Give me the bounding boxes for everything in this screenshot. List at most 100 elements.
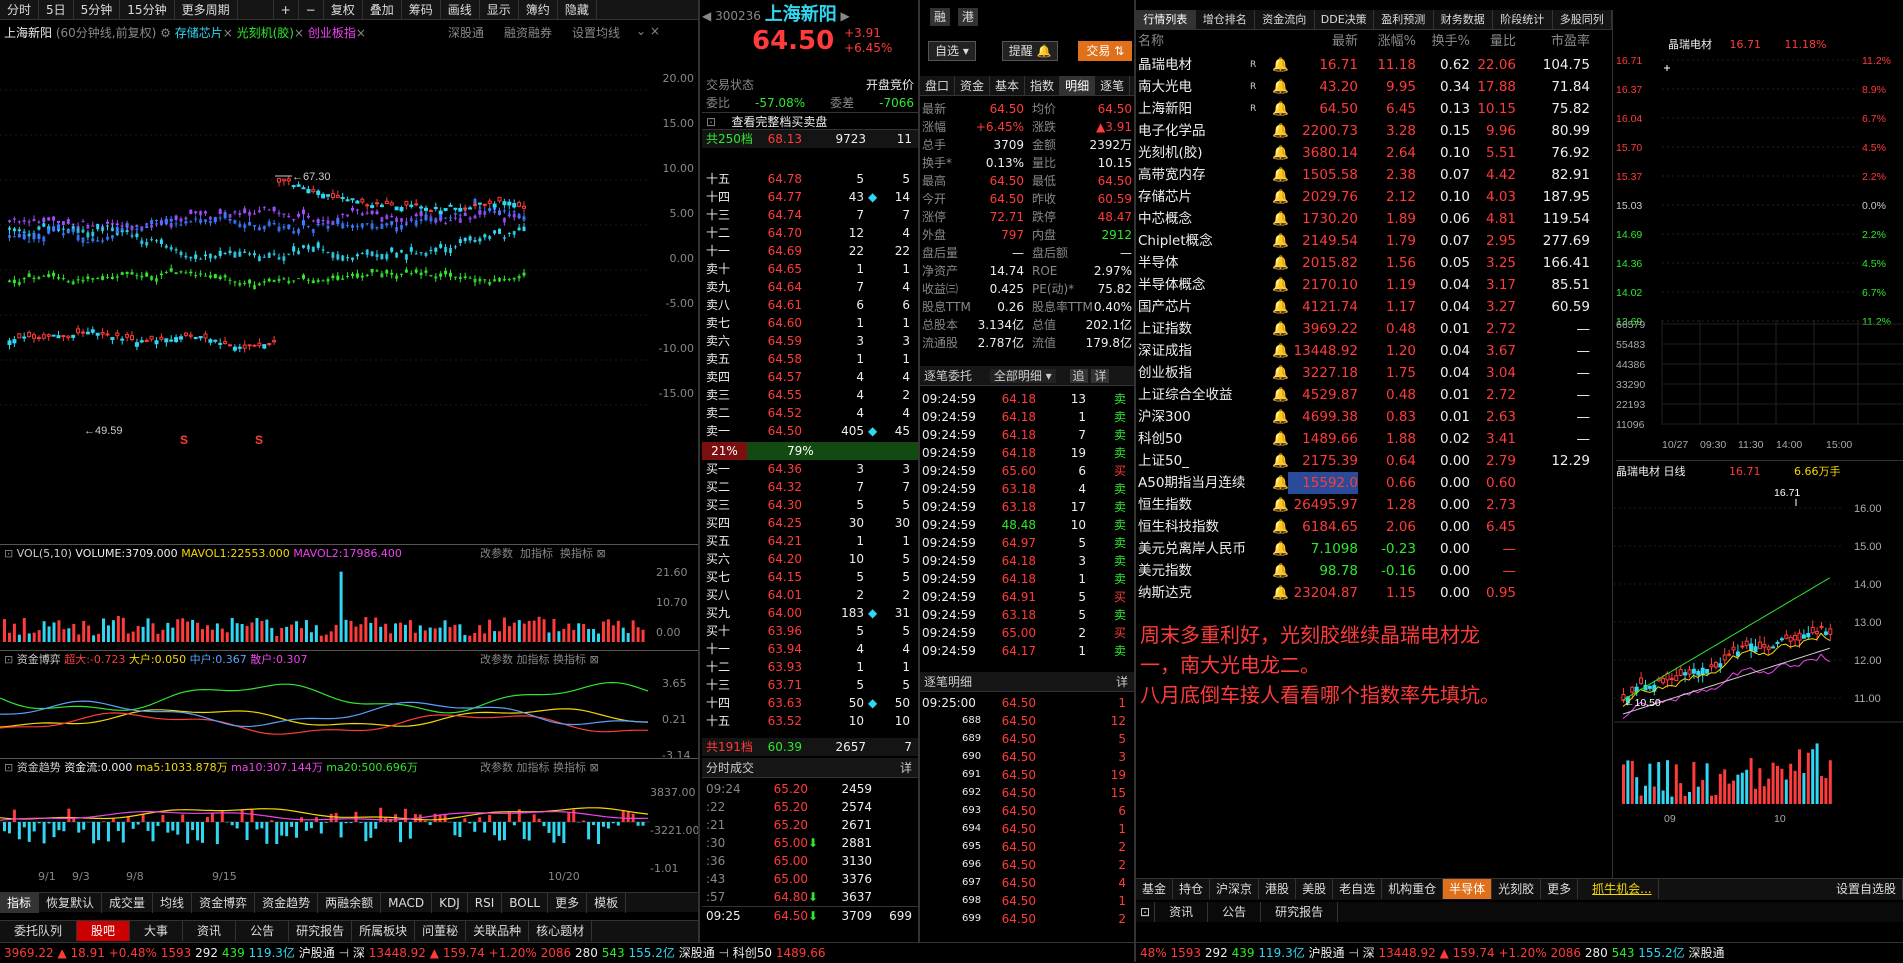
quote-list-row[interactable]: 半导体 🔔 2015.82 1.56 0.05 3.25 166.41 (1138, 252, 1612, 274)
bids-row[interactable]: 买三 64.30 5 5 (702, 496, 918, 514)
watchlist-tab[interactable]: 机构重仓 (1382, 879, 1443, 899)
quote-list-row[interactable]: 中芯概念 🔔 1730.20 1.89 0.06 4.81 119.54 (1138, 208, 1612, 230)
quote-list-row[interactable]: 上证综合全收益 🔔 4529.87 0.48 0.01 2.72 — (1138, 384, 1612, 406)
tab-tick[interactable]: 逐笔 (1095, 76, 1130, 96)
bids-row[interactable]: 买二 64.32 7 7 (702, 478, 918, 496)
bids-row[interactable]: 买六 64.20 10 5 (702, 550, 918, 568)
asks-row[interactable]: 十五 64.78 5 5 (702, 170, 918, 188)
bids-row[interactable]: 十二 63.93 1 1 (702, 658, 918, 676)
period-more[interactable]: 更多周期 (175, 0, 238, 20)
bell-icon[interactable]: 🔔 (1272, 362, 1288, 384)
watchlist-tab[interactable]: 美股 (1296, 879, 1333, 899)
asks-row[interactable]: 卖八 64.61 6 6 (702, 296, 918, 314)
bell-icon[interactable]: 🔔 (1272, 296, 1288, 318)
quote-list-row[interactable]: 电子化学品 🔔 2200.73 3.28 0.15 9.96 80.99 (1138, 120, 1612, 142)
link-margin[interactable]: 融资融券 (504, 24, 552, 41)
quote-list-row[interactable]: 半导体概念 🔔 2170.10 1.19 0.04 3.17 85.51 (1138, 274, 1612, 296)
bids-row[interactable]: 买七 64.15 5 5 (702, 568, 918, 586)
tab-margin[interactable]: 两融余额 (318, 893, 381, 913)
bell-icon[interactable]: 🔔 (1272, 472, 1288, 494)
asks-row[interactable]: 卖三 64.55 4 2 (702, 386, 918, 404)
asks-row[interactable]: 卖九 64.64 7 4 (702, 278, 918, 296)
quote-list-row[interactable]: 上证指数 🔔 3969.22 0.48 0.01 2.72 — (1138, 318, 1612, 340)
overlay-button[interactable]: 叠加 (363, 0, 402, 20)
adjust-button[interactable]: 复权 (324, 0, 363, 20)
asks-row[interactable]: 十三 64.74 7 7 (702, 206, 918, 224)
bell-icon[interactable]: 🔔 (1272, 142, 1288, 164)
prev-stock-icon[interactable]: ◀ (702, 9, 711, 23)
watchlist-tab[interactable]: 基金 (1136, 879, 1173, 899)
tab-guba[interactable]: 股吧 (77, 921, 130, 941)
watchlist-tab[interactable]: 沪深京 (1210, 879, 1259, 899)
bids-row[interactable]: 十一 63.94 4 4 (702, 640, 918, 658)
tab-volume[interactable]: 成交量 (102, 893, 153, 913)
chip-button[interactable]: 筹码 (402, 0, 441, 20)
asks-row[interactable]: 卖十 64.65 1 1 (702, 260, 918, 278)
watchlist-button[interactable]: 自选 (935, 44, 959, 58)
asks-row[interactable]: 卖七 64.60 1 1 (702, 314, 918, 332)
quote-list-row[interactable]: 创业板指 🔔 3227.18 1.75 0.04 3.04 — (1138, 362, 1612, 384)
quote-list-row[interactable]: 科创50 🔔 1489.66 1.88 0.02 3.41 — (1138, 428, 1612, 450)
daily-kline-chart[interactable]: 16.0015.0014.0013.0012.0011.0016.71←10.5… (1614, 474, 1903, 874)
link-hk-connect[interactable]: 深股通 (448, 24, 484, 41)
tab-related[interactable]: 关联品种 (466, 921, 529, 941)
display-button[interactable]: 显示 (480, 0, 519, 20)
draw-button[interactable]: 画线 (441, 0, 480, 20)
order-filter-select[interactable]: 全部明细 (994, 369, 1042, 383)
bell-icon[interactable]: 🔔 (1272, 340, 1288, 362)
trade-button[interactable]: 交易 (1086, 44, 1110, 58)
bell-icon[interactable]: 🔔 (1272, 230, 1288, 252)
sub-tab-notice[interactable]: 公告 (1208, 902, 1261, 922)
tab-boll[interactable]: BOLL (502, 893, 548, 913)
asks-row[interactable]: 十四 64.77 43 ◆ 14 (702, 188, 918, 206)
hide-button[interactable]: 隐藏 (558, 0, 597, 20)
tab-events[interactable]: 大事 (130, 921, 183, 941)
tab-indicator[interactable]: 指标 (0, 893, 39, 913)
bids-row[interactable]: 买八 64.01 2 2 (702, 586, 918, 604)
asks-row[interactable]: 卖二 64.52 4 4 (702, 404, 918, 422)
bell-icon[interactable]: 🔔 (1272, 538, 1288, 560)
tab-funds[interactable]: 资金 (955, 76, 990, 96)
tab-handicap[interactable]: 盘口 (920, 76, 955, 96)
sub-tab-news[interactable]: 资讯 (1155, 902, 1208, 922)
tab-notice[interactable]: 公告 (236, 921, 289, 941)
tab-news[interactable]: 资讯 (183, 921, 236, 941)
quote-list-row[interactable]: 沪深300 🔔 4699.38 0.83 0.01 2.63 — (1138, 406, 1612, 428)
bell-icon[interactable]: 🔔 (1272, 582, 1288, 604)
watchlist-tab[interactable]: 光刻胶 (1492, 879, 1541, 899)
asks-row[interactable]: 十二 64.70 12 4 (702, 224, 918, 242)
quote-list-row[interactable]: 深证成指 🔔 13448.92 1.20 0.04 3.67 — (1138, 340, 1612, 362)
bell-icon[interactable]: 🔔 (1272, 560, 1288, 582)
bids-row[interactable]: 买九 64.00 183 ◆ 31 (702, 604, 918, 622)
tab-basic[interactable]: 基本 (990, 76, 1025, 96)
list-tab[interactable]: 行情列表 (1136, 10, 1196, 30)
zoom-in-button[interactable]: + (274, 0, 299, 20)
list-tab[interactable]: 阶段统计 (1493, 10, 1553, 30)
quote-list-row[interactable]: 恒生指数 🔔 26495.97 1.28 0.00 2.73 (1138, 494, 1612, 516)
asks-row[interactable]: 卖四 64.57 4 4 (702, 368, 918, 386)
zoom-out-button[interactable]: − (299, 0, 324, 20)
tab-detail[interactable]: 明细 (1060, 76, 1095, 96)
list-tab[interactable]: 多股同列 (1553, 10, 1613, 30)
tab-index[interactable]: 指数 (1025, 76, 1060, 96)
bids-row[interactable]: 买一 64.36 3 3 (702, 460, 918, 478)
tab-sector[interactable]: 所属板块 (352, 921, 415, 941)
alert-button[interactable]: 提醒 (1009, 44, 1033, 58)
watchlist-tab[interactable]: 更多 (1541, 879, 1578, 899)
quote-list-row[interactable]: 南大光电 R 🔔 43.20 9.95 0.34 17.88 71.84 (1138, 76, 1612, 98)
bell-icon[interactable]: 🔔 (1272, 186, 1288, 208)
watchlist-tab[interactable]: 半导体 (1443, 879, 1492, 899)
overlay-storage[interactable]: 存储芯片 (175, 26, 223, 40)
bell-icon[interactable]: 🔔 (1272, 98, 1288, 120)
bell-icon[interactable]: 🔔 (1272, 384, 1288, 406)
watchlist-tab[interactable]: 设置自选股 (1830, 879, 1903, 899)
link-set-ma[interactable]: 设置均线 (572, 24, 620, 41)
period-15min[interactable]: 15分钟 (120, 0, 174, 20)
trade-tick-detail[interactable]: 详 (1116, 672, 1128, 692)
asks-row[interactable]: 卖一 64.50 405 ◆ 45 (702, 422, 918, 440)
next-stock-icon[interactable]: ▶ (841, 9, 850, 23)
tab-more[interactable]: 更多 (548, 893, 587, 913)
bids-row[interactable]: 十五 63.52 10 10 (702, 712, 918, 730)
list-tab[interactable]: 财务数据 (1434, 10, 1494, 30)
tab-ma[interactable]: 均线 (153, 893, 192, 913)
